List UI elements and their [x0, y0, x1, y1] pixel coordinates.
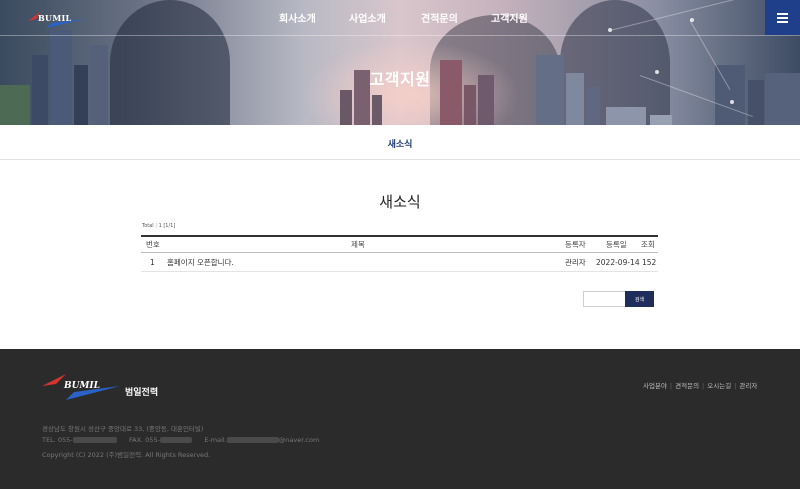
search-button[interactable]: 검색	[625, 291, 654, 307]
page-title: 고객지원	[369, 70, 431, 89]
table-row[interactable]: 1 홈페이지 오픈합니다. 관리자 2022-09-14 152	[141, 253, 658, 272]
footer-link-business[interactable]: 사업분야	[643, 382, 667, 390]
footer-link-admin[interactable]: 관리자	[739, 382, 757, 390]
nav-item-estimate[interactable]: 견적문의	[421, 10, 458, 25]
nav-item-business[interactable]: 사업소개	[349, 10, 386, 25]
col-views: 조회	[641, 240, 655, 249]
footer	[0, 349, 800, 489]
footer-copyright: Copyright (C) 2022 (주)범일전력. All Rights R…	[42, 451, 211, 459]
footer-logo[interactable]: BUMIL	[42, 374, 122, 404]
footer-company-name: 범일전력	[125, 388, 159, 398]
row-date: 2022-09-14	[596, 257, 640, 267]
tab-news[interactable]: 새소식	[0, 137, 800, 150]
footer-link-location[interactable]: 오시는길	[707, 382, 731, 390]
footer-contact: TEL. 055- FAX. 055- E-mail. @naver.com	[42, 436, 320, 444]
row-title-link[interactable]: 홈페이지 오픈합니다.	[167, 253, 234, 271]
footer-link-estimate[interactable]: 견적문의	[675, 382, 699, 390]
footer-logo-text: BUMIL	[64, 381, 100, 391]
nav-item-support[interactable]: 고객지원	[491, 10, 528, 25]
col-date: 등록일	[606, 240, 627, 249]
row-author: 관리자	[565, 257, 586, 267]
col-title: 제목	[351, 240, 365, 249]
col-author: 등록자	[565, 240, 586, 249]
total-count: Total | 1 [1/1]	[142, 223, 176, 229]
board-title: 새소식	[379, 193, 421, 211]
sub-nav: 새소식	[0, 125, 800, 160]
row-views: 152	[642, 257, 657, 267]
table-header: 번호 제목 등록자 등록일 조회	[141, 235, 658, 253]
footer-links: 사업분야 | 견적문의 | 오시는길 | 관리자	[643, 382, 758, 390]
main-nav: 회사소개 사업소개 견적문의 고객지원	[0, 10, 800, 26]
nav-item-company[interactable]: 회사소개	[279, 10, 316, 25]
menu-button[interactable]	[765, 0, 800, 35]
col-no: 번호	[146, 240, 160, 249]
board-table: 번호 제목 등록자 등록일 조회 1 홈페이지 오픈합니다. 관리자 2022-…	[141, 235, 658, 272]
search-input[interactable]	[583, 291, 626, 307]
footer-address: 경상남도 창원시 성산구 중앙대로 33, (중앙동, 대훈인터빌)	[42, 425, 204, 433]
row-no: 1	[150, 257, 155, 267]
